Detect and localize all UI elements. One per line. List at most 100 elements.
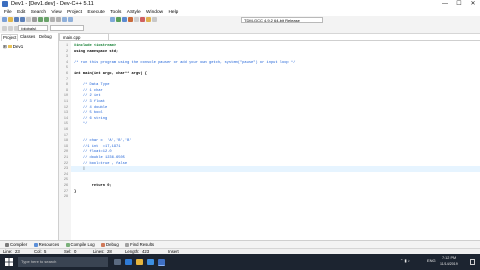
code-line[interactable]: // bool=true , false — [74, 162, 127, 166]
line-number: 12 — [63, 105, 68, 110]
code-line[interactable]: // 3 float — [74, 100, 105, 104]
new-file-icon[interactable] — [2, 17, 7, 22]
profile-icon[interactable] — [146, 17, 151, 22]
undo-icon[interactable] — [38, 17, 43, 22]
options-icon[interactable] — [152, 17, 157, 22]
menu-bar: File Edit Search View Project Execute To… — [0, 9, 480, 16]
code-line[interactable]: int main(int argc, char** argv) { — [74, 72, 147, 76]
save-icon[interactable] — [14, 17, 19, 22]
tray-language[interactable]: ENG — [427, 258, 436, 263]
project-tree-root[interactable]: Dev1 — [13, 44, 24, 49]
menu-view[interactable]: View — [51, 9, 61, 16]
line-number: 21 — [63, 156, 68, 160]
editor-tab-main[interactable]: main.cpp — [59, 33, 109, 40]
edge-browser-icon[interactable] — [125, 259, 132, 265]
notification-icon[interactable] — [470, 259, 475, 265]
expand-icon[interactable]: ⊞ — [3, 44, 7, 49]
redo-icon[interactable] — [44, 17, 49, 22]
code-line[interactable]: // 1 char — [74, 89, 103, 93]
menu-tools[interactable]: Tools — [110, 9, 121, 16]
menu-project[interactable]: Project — [67, 9, 82, 16]
compiler-select[interactable]: TDM-GCC 4.9.2 64-bit Release — [241, 17, 323, 23]
line-number-gutter: 1 2 3 4 5 6 7 8 9 10 11 12 13 14 15 16 17 18 19 20 21 22 23 24 2… — [59, 41, 71, 241]
code-line[interactable]: using namespace std; — [74, 50, 118, 54]
code-line[interactable]: #include <iostream> — [74, 44, 116, 48]
insert-icon[interactable] — [8, 26, 13, 31]
tab-project[interactable]: Project — [1, 34, 19, 41]
save-all-icon[interactable] — [20, 17, 25, 22]
project-tree: ⊞ Dev1 — [3, 44, 23, 50]
line-number: 5 — [65, 66, 68, 71]
code-line[interactable]: // 4 double — [74, 106, 107, 110]
tab-resources-label: Resources — [38, 242, 60, 247]
code-line[interactable]: /* run this program using the console pa… — [74, 61, 295, 65]
resources-icon — [33, 242, 38, 247]
code-line[interactable]: // float=12.0 — [74, 150, 112, 154]
code-line[interactable]: // 6 string — [74, 117, 107, 121]
code-line[interactable]: // double 1236.6505 — [74, 156, 125, 160]
tab-compiler-label: Compiler — [10, 242, 28, 247]
goto-icon[interactable] — [62, 17, 67, 22]
code-line[interactable]: | — [74, 167, 85, 171]
menu-execute[interactable]: Execute — [87, 9, 104, 16]
open-folder-icon[interactable] — [8, 17, 13, 22]
store-icon[interactable] — [147, 259, 154, 265]
line-number: 16 — [63, 128, 68, 132]
line-number: 13 — [63, 111, 68, 116]
code-line[interactable]: return 0; — [74, 184, 112, 188]
menu-search[interactable]: Search — [31, 9, 46, 16]
minimize-button[interactable]: — — [438, 0, 452, 9]
rebuild-icon[interactable] — [128, 17, 133, 22]
line-number: 22 — [63, 161, 68, 166]
line-number: 1 — [65, 44, 68, 48]
code-line[interactable]: // 2 int — [74, 94, 101, 98]
menu-edit[interactable]: Edit — [17, 9, 25, 16]
menu-file[interactable]: File — [4, 9, 12, 16]
line-number: 15 — [63, 122, 68, 127]
line-number: 18 — [63, 139, 68, 144]
code-line[interactable]: // 5 bool — [74, 111, 103, 115]
tray-time[interactable]: 7:12 PM — [442, 256, 456, 260]
new-class-icon[interactable] — [2, 26, 7, 31]
run-icon[interactable] — [116, 17, 121, 22]
member-select[interactable] — [50, 25, 84, 31]
line-number: 10 — [63, 94, 68, 99]
debug-icon[interactable] — [134, 17, 139, 22]
menu-window[interactable]: Window — [146, 9, 163, 16]
code-line[interactable]: // char c 'A','B','B' — [74, 139, 132, 143]
task-view-icon[interactable] — [114, 259, 121, 265]
tab-debug[interactable]: Debug — [38, 34, 53, 40]
tray-icons[interactable]: ⌃ ▮ ♪ — [400, 258, 410, 263]
windows-start-icon[interactable] — [5, 258, 13, 266]
code-line[interactable]: //1 int =17,1971 — [74, 145, 121, 149]
scope-select[interactable]: (globals) — [18, 25, 48, 31]
print-icon[interactable] — [32, 17, 37, 22]
code-line[interactable]: /* Data Type — [74, 83, 110, 87]
line-number: 3 — [65, 55, 68, 60]
compile-icon[interactable] — [110, 17, 115, 22]
tab-compile-log-label: Compile Log — [70, 242, 95, 247]
menu-astyle[interactable]: AStyle — [127, 9, 141, 16]
file-explorer-icon[interactable] — [136, 259, 143, 265]
compile-run-icon[interactable] — [122, 17, 127, 22]
find-icon[interactable] — [50, 17, 55, 22]
current-line-highlight — [71, 166, 480, 172]
tray-date[interactable]: 11/14/2019 — [440, 262, 458, 266]
maximize-button[interactable]: ☐ — [452, 0, 466, 9]
code-editor[interactable]: 1 2 3 4 5 6 7 8 9 10 11 12 13 14 15 16 17 18 19 20 21 22 23 24 2… — [59, 40, 480, 241]
debug-icon — [101, 242, 106, 247]
stop-icon[interactable] — [140, 17, 145, 22]
tab-classes[interactable]: Classes — [19, 34, 36, 40]
close-button[interactable]: ✕ — [466, 0, 480, 9]
line-number: 8 — [65, 83, 68, 88]
code-line[interactable]: */ — [74, 122, 87, 126]
menu-help[interactable]: Help — [168, 9, 178, 16]
replace-icon[interactable] — [56, 17, 61, 22]
tab-find-results-label: Find Results — [130, 242, 154, 247]
code-line[interactable]: } — [74, 190, 76, 194]
bookmark-icon[interactable] — [68, 17, 73, 22]
close-file-icon[interactable] — [26, 17, 31, 22]
taskbar-search-box[interactable]: Type here to search — [18, 257, 108, 267]
devcpp-taskbar-icon[interactable] — [158, 259, 165, 266]
line-number: 28 — [63, 195, 68, 200]
